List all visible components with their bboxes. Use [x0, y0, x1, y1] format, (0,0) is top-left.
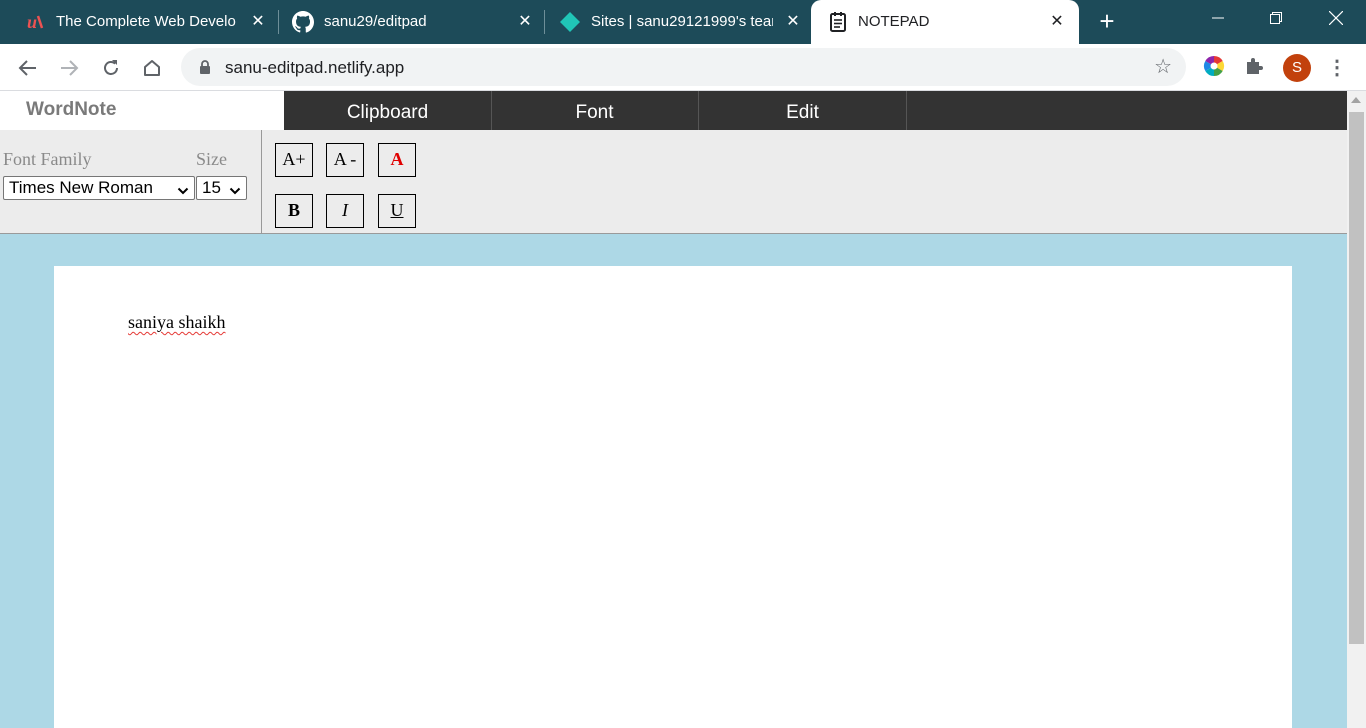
- page-scrollbar[interactable]: [1347, 91, 1366, 728]
- udemy-icon: u: [26, 11, 48, 33]
- restore-icon[interactable]: [1246, 0, 1306, 36]
- address-bar[interactable]: sanu-editpad.netlify.app ☆: [181, 48, 1186, 86]
- extensions-puzzle-icon[interactable]: [1243, 55, 1267, 79]
- tab-title: The Complete Web Develop: [56, 13, 236, 30]
- chevron-down-icon: [229, 181, 241, 195]
- notepad-icon: [827, 11, 849, 33]
- browser-tab-active[interactable]: NOTEPAD ✕: [811, 0, 1079, 44]
- decrease-font-button[interactable]: A -: [326, 143, 364, 177]
- back-arrow-icon[interactable]: [15, 54, 41, 80]
- app-menubar: WordNote Clipboard Font Edit: [0, 91, 1347, 130]
- svg-text:u: u: [27, 12, 37, 32]
- document-text[interactable]: saniya shaikh: [128, 312, 225, 333]
- document-editor[interactable]: saniya shaikh: [54, 266, 1292, 728]
- tab-title: sanu29/editpad: [324, 13, 427, 30]
- italic-button[interactable]: I: [326, 194, 364, 228]
- underline-button[interactable]: U: [378, 194, 416, 228]
- close-tab-icon[interactable]: ✕: [247, 11, 269, 33]
- font-size-select[interactable]: 15: [196, 176, 247, 200]
- minimize-icon[interactable]: [1188, 0, 1248, 36]
- menu-clipboard[interactable]: Clipboard: [284, 91, 492, 130]
- font-family-label: Font Family: [3, 149, 92, 169]
- font-family-select[interactable]: Times New Roman: [3, 176, 195, 200]
- font-ribbon: Font Family Size Times New Roman 15 A+ A…: [0, 130, 1347, 234]
- scrollbar-thumb[interactable]: [1349, 112, 1364, 644]
- browser-tab[interactable]: Sites | sanu29121999's tear ✕: [534, 0, 810, 44]
- reload-icon[interactable]: [98, 54, 124, 80]
- profile-avatar[interactable]: S: [1283, 54, 1311, 82]
- close-window-icon[interactable]: [1306, 0, 1366, 36]
- color-wheel-extension-icon[interactable]: [1203, 55, 1227, 79]
- size-label: Size: [196, 149, 227, 169]
- close-tab-icon[interactable]: ✕: [782, 11, 804, 33]
- browser-toolbar: sanu-editpad.netlify.app ☆ S ⋮: [0, 44, 1366, 91]
- new-tab-button[interactable]: +: [1094, 8, 1120, 35]
- menu-edit[interactable]: Edit: [699, 91, 907, 130]
- lock-icon: [199, 60, 211, 79]
- menu-font[interactable]: Font: [491, 91, 699, 130]
- browser-tab[interactable]: u The Complete Web Develop ✕: [0, 0, 278, 44]
- home-icon[interactable]: [139, 54, 165, 80]
- page-content: WordNote Clipboard Font Edit Font Family…: [0, 91, 1347, 728]
- github-icon: [292, 11, 314, 33]
- chevron-down-icon: [177, 181, 189, 195]
- app-brand: WordNote: [26, 99, 117, 120]
- ribbon-divider: [261, 130, 262, 234]
- browser-menu-icon[interactable]: ⋮: [1327, 54, 1347, 82]
- forward-arrow-icon[interactable]: [56, 54, 82, 80]
- tab-title: Sites | sanu29121999's tear: [591, 13, 773, 30]
- bold-button[interactable]: B: [275, 194, 313, 228]
- netlify-icon: [559, 11, 581, 33]
- close-tab-icon[interactable]: ✕: [514, 11, 536, 33]
- font-family-value: Times New Roman: [9, 178, 153, 197]
- font-size-value: 15: [202, 178, 221, 197]
- bookmark-star-icon[interactable]: ☆: [1154, 56, 1172, 78]
- scroll-up-icon[interactable]: [1351, 97, 1361, 103]
- tab-strip: u The Complete Web Develop ✕ sanu29/edit…: [0, 0, 1366, 44]
- close-tab-icon[interactable]: ✕: [1046, 11, 1068, 33]
- browser-tab[interactable]: sanu29/editpad ✕: [268, 0, 544, 44]
- font-color-button[interactable]: A: [378, 143, 416, 177]
- menu-strip: Clipboard Font Edit: [284, 91, 1347, 130]
- tab-title: NOTEPAD: [858, 13, 930, 30]
- url-text: sanu-editpad.netlify.app: [225, 58, 405, 77]
- increase-font-button[interactable]: A+: [275, 143, 313, 177]
